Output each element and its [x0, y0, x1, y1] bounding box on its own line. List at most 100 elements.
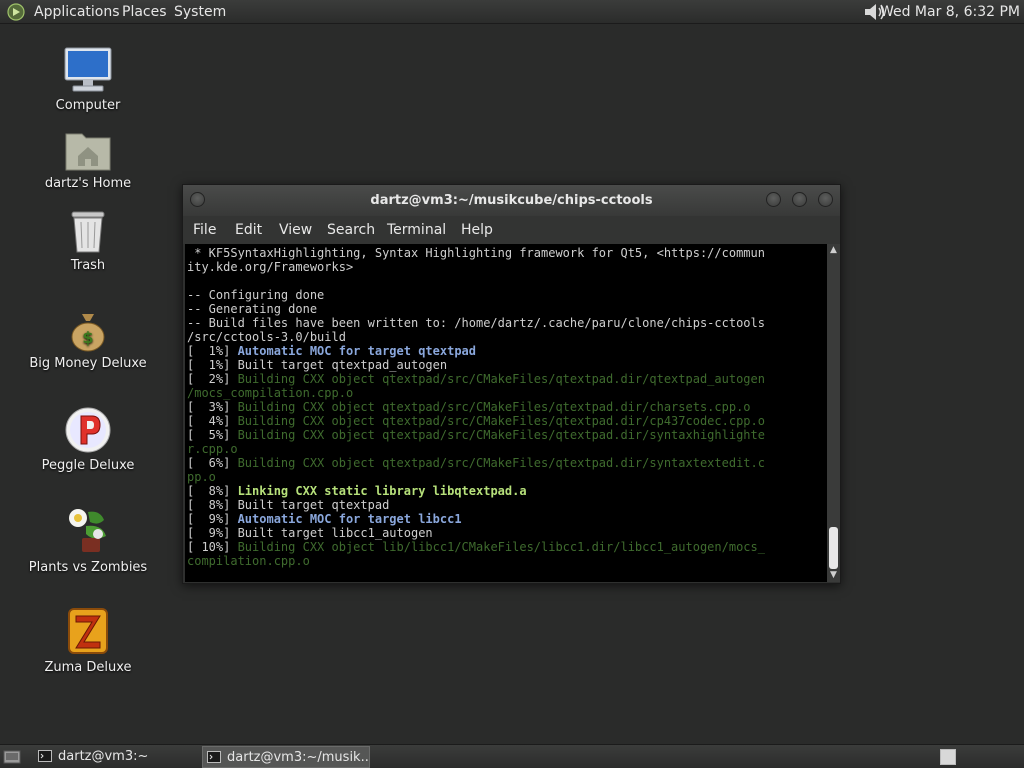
- terminal-line-text: Linking CXX static library libqtextpad.a: [237, 484, 527, 498]
- terminal-line: /src/cctools-3.0/build: [187, 330, 346, 344]
- taskbar-item-active[interactable]: dartz@vm3:~/musik...: [202, 746, 370, 768]
- terminal-line-text: [ 8%] Built target qtextpad: [187, 498, 390, 512]
- menu-edit[interactable]: Edit: [235, 216, 262, 244]
- desktop-icon-label: Plants vs Zombies: [28, 560, 148, 575]
- terminal-line-text: * KF5SyntaxHighlighting, Syntax Highligh…: [187, 246, 765, 260]
- terminal-line-text: r.cpp.o: [187, 442, 238, 456]
- menu-terminal[interactable]: Terminal: [387, 216, 446, 244]
- menu-file[interactable]: File: [193, 216, 216, 244]
- terminal-line-prefix: [ 5%]: [187, 428, 238, 442]
- terminal-line: [ 8%] Linking CXX static library libqtex…: [187, 484, 527, 498]
- terminal-line-text: pp.o: [187, 470, 216, 484]
- terminal-line: [ 6%] Building CXX object qtextpad/src/C…: [187, 456, 765, 470]
- close-button[interactable]: [818, 192, 833, 207]
- peggle-icon: [65, 407, 111, 453]
- terminal-line-text: [ 9%] Built target libcc1_autogen: [187, 526, 433, 540]
- terminal-scrollbar[interactable]: ▲ ▼: [827, 244, 840, 582]
- terminal-line: [ 1%] Automatic MOC for target qtextpad: [187, 344, 476, 358]
- terminal-line-prefix: [ 10%]: [187, 540, 238, 554]
- menu-search[interactable]: Search: [327, 216, 375, 244]
- terminal-line-text: -- Generating done: [187, 302, 318, 316]
- system-menu[interactable]: System: [174, 0, 226, 24]
- top-panel: Applications Places System Wed Mar 8, 6:…: [0, 0, 1024, 24]
- scroll-down-icon[interactable]: ▼: [827, 569, 840, 582]
- places-menu[interactable]: Places: [122, 0, 167, 24]
- terminal-line-text: Building CXX object qtextpad/src/CMakeFi…: [237, 414, 765, 428]
- terminal-line: [ 4%] Building CXX object qtextpad/src/C…: [187, 414, 765, 428]
- terminal-icon: [38, 750, 52, 762]
- terminal-line-text: Automatic MOC for target libcc1: [237, 512, 462, 526]
- desktop-icon-peggle[interactable]: Peggle Deluxe: [20, 406, 156, 473]
- desktop-icon-big-money[interactable]: $ Big Money Deluxe: [20, 310, 156, 371]
- terminal-line-text: -- Configuring done: [187, 288, 325, 302]
- applications-menu[interactable]: Applications: [34, 0, 120, 24]
- terminal-line: [ 1%] Built target qtextpad_autogen: [187, 358, 447, 372]
- window-menu-button[interactable]: [190, 192, 205, 207]
- trash-icon: [71, 211, 105, 253]
- terminal-line: -- Build files have been written to: /ho…: [187, 316, 765, 330]
- terminal-line: [ 9%] Built target libcc1_autogen: [187, 526, 433, 540]
- home-folder-icon: [65, 133, 111, 171]
- workspace-switcher[interactable]: [940, 749, 956, 765]
- terminal-line: [ 3%] Building CXX object qtextpad/src/C…: [187, 400, 751, 414]
- svg-text:$: $: [82, 328, 93, 347]
- desktop-icon-label: dartz's Home: [44, 176, 132, 191]
- taskbar-item[interactable]: dartz@vm3:~: [34, 746, 194, 768]
- terminal-line: pp.o: [187, 470, 216, 484]
- desktop-icon-label: Big Money Deluxe: [29, 356, 147, 371]
- menu-view[interactable]: View: [279, 216, 312, 244]
- terminal-line-prefix: [ 2%]: [187, 372, 238, 386]
- terminal-line-text: /mocs_compilation.cpp.o: [187, 386, 354, 400]
- desktop-icon-label: Zuma Deluxe: [44, 660, 132, 675]
- terminal-line-text: Building CXX object qtextpad/src/CMakeFi…: [237, 428, 765, 442]
- terminal-window[interactable]: dartz@vm3:~/musikcube/chips-cctools File…: [182, 184, 841, 584]
- maximize-button[interactable]: [792, 192, 807, 207]
- desktop-icon-trash[interactable]: Trash: [20, 208, 156, 273]
- gnome-foot-icon[interactable]: [7, 3, 25, 21]
- scroll-thumb[interactable]: [829, 527, 838, 569]
- terminal-output[interactable]: * KF5SyntaxHighlighting, Syntax Highligh…: [185, 244, 827, 582]
- terminal-line-prefix: [ 1%]: [187, 344, 238, 358]
- terminal-line: [ 9%] Automatic MOC for target libcc1: [187, 512, 462, 526]
- desktop-icon-label: Peggle Deluxe: [41, 458, 135, 473]
- scroll-up-icon[interactable]: ▲: [827, 244, 840, 257]
- clock[interactable]: Wed Mar 8, 6:32 PM: [880, 0, 1020, 24]
- bottom-panel: dartz@vm3:~ dartz@vm3:~/musik...: [0, 744, 1024, 768]
- window-title: dartz@vm3:~/musikcube/chips-cctools: [370, 193, 653, 208]
- terminal-line: compilation.cpp.o: [187, 554, 310, 568]
- terminal-line: [ 5%] Building CXX object qtextpad/src/C…: [187, 428, 765, 442]
- terminal-line: [ 8%] Built target qtextpad: [187, 498, 389, 512]
- show-desktop-icon[interactable]: [3, 748, 21, 766]
- minimize-button[interactable]: [766, 192, 781, 207]
- terminal-line-prefix: [ 8%]: [187, 484, 238, 498]
- desktop-icon-zuma[interactable]: Zuma Deluxe: [20, 606, 156, 675]
- desktop-icon-computer[interactable]: Computer: [20, 46, 156, 113]
- window-titlebar[interactable]: dartz@vm3:~/musikcube/chips-cctools: [183, 185, 840, 216]
- terminal-line: [ 10%] Building CXX object lib/libcc1/CM…: [187, 540, 765, 554]
- terminal-line-text: Building CXX object qtextpad/src/CMakeFi…: [237, 372, 765, 386]
- terminal-line: * KF5SyntaxHighlighting, Syntax Highligh…: [187, 246, 765, 260]
- terminal-icon: [207, 751, 221, 763]
- money-bag-icon: $: [71, 314, 105, 352]
- terminal-line-text: compilation.cpp.o: [187, 554, 310, 568]
- taskbar-item-label: dartz@vm3:~/musik...: [227, 750, 370, 765]
- terminal-line: [ 2%] Building CXX object qtextpad/src/C…: [187, 372, 765, 386]
- terminal-line: /mocs_compilation.cpp.o: [187, 386, 353, 400]
- desktop-icon-pvz[interactable]: Plants vs Zombies: [20, 506, 156, 575]
- menu-help[interactable]: Help: [461, 216, 493, 244]
- terminal-line-text: Automatic MOC for target qtextpad: [237, 344, 476, 358]
- desktop-icon-label: Computer: [55, 98, 121, 113]
- terminal-line-prefix: [ 3%]: [187, 400, 238, 414]
- terminal-line: -- Configuring done: [187, 288, 324, 302]
- desktop-icon-home[interactable]: dartz's Home: [20, 128, 156, 191]
- terminal-line-text: /src/cctools-3.0/build: [187, 330, 346, 344]
- terminal-line-text: -- Build files have been written to: /ho…: [187, 316, 765, 330]
- terminal-line-text: Building CXX object lib/libcc1/CMakeFile…: [237, 540, 765, 554]
- terminal-line: r.cpp.o: [187, 442, 238, 456]
- zuma-icon: [68, 608, 108, 654]
- terminal-line: ity.kde.org/Frameworks>: [187, 260, 353, 274]
- computer-icon: [64, 47, 112, 92]
- terminal-line-text: Building CXX object qtextpad/src/CMakeFi…: [237, 400, 751, 414]
- taskbar-item-label: dartz@vm3:~: [58, 749, 149, 764]
- terminal-line-text: ity.kde.org/Frameworks>: [187, 260, 354, 274]
